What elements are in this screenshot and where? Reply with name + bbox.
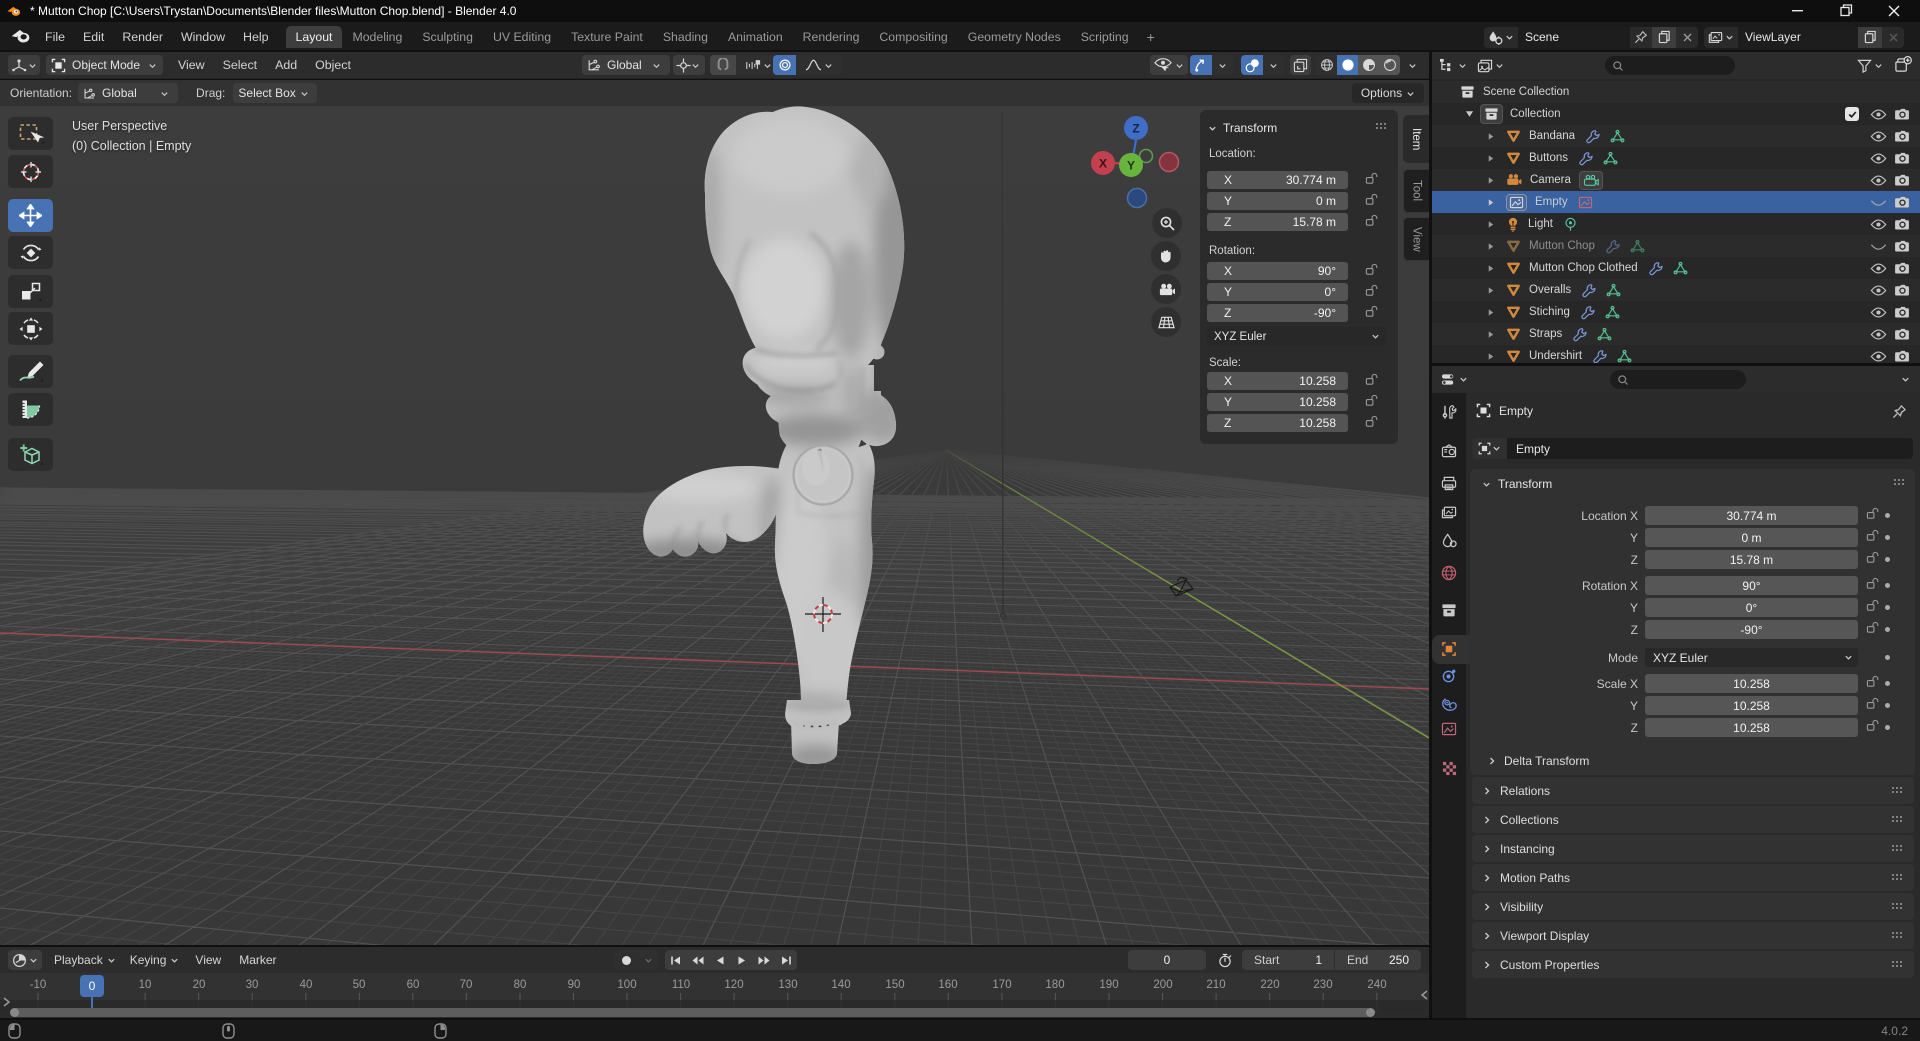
svg-text:Z: Z [1132, 122, 1139, 136]
svg-text:X: X [1099, 157, 1107, 171]
svg-text:Y: Y [1127, 159, 1135, 173]
